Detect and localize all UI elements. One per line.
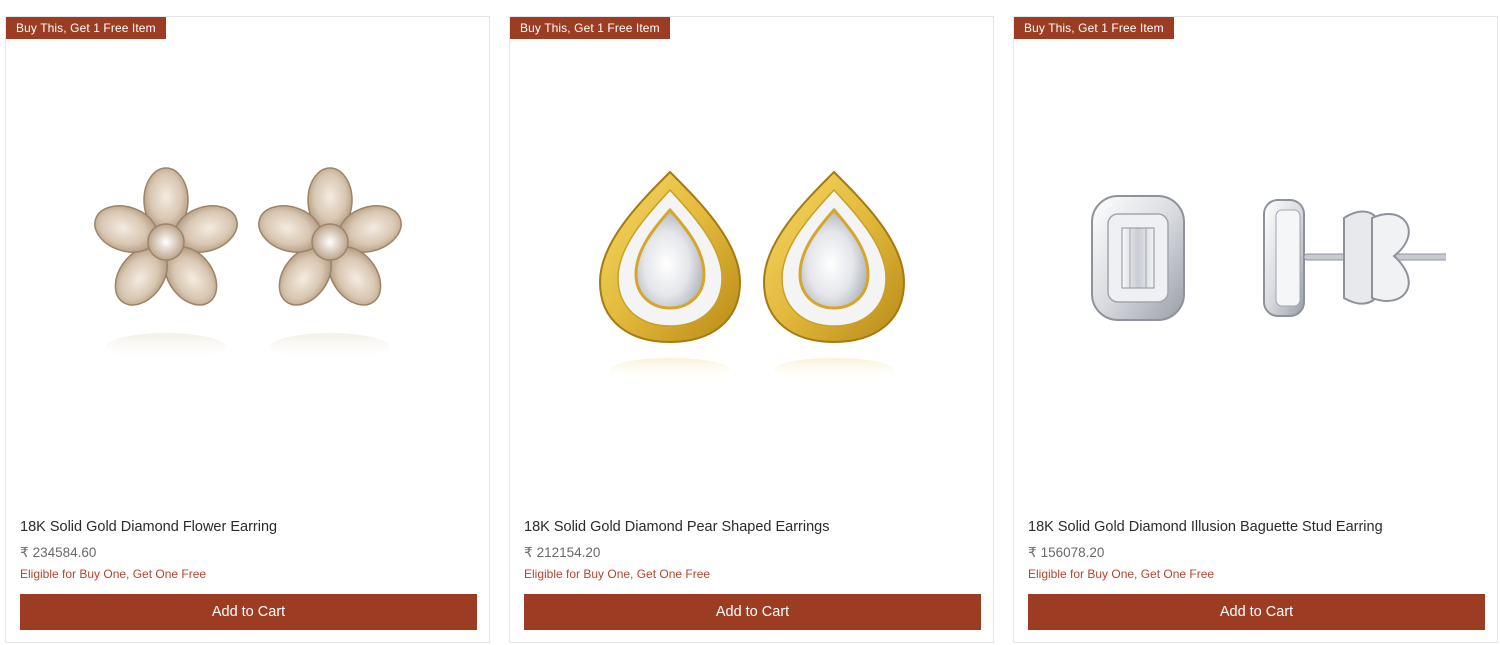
product-title[interactable]: 18K Solid Gold Diamond Flower Earring bbox=[20, 519, 277, 535]
currency-symbol: ₹ bbox=[20, 545, 29, 560]
product-price: ₹234584.60 bbox=[20, 545, 96, 561]
price-value: 234584.60 bbox=[32, 545, 97, 560]
product-image[interactable] bbox=[6, 57, 489, 467]
product-image[interactable] bbox=[510, 57, 993, 467]
bogo-eligibility-text: Eligible for Buy One, Get One Free bbox=[20, 567, 207, 581]
product-title[interactable]: 18K Solid Gold Diamond Pear Shaped Earri… bbox=[524, 519, 829, 535]
promo-badge: Buy This, Get 1 Free Item bbox=[510, 17, 670, 39]
currency-symbol: ₹ bbox=[1028, 545, 1037, 560]
product-image[interactable] bbox=[1014, 57, 1497, 467]
add-to-cart-button[interactable]: Add to Cart bbox=[1028, 594, 1485, 630]
add-to-cart-button[interactable]: Add to Cart bbox=[20, 594, 477, 630]
stud-earrings-illustration bbox=[1090, 195, 1446, 321]
bogo-eligibility-text: Eligible for Buy One, Get One Free bbox=[524, 567, 711, 581]
pear-earrings-illustration bbox=[598, 170, 905, 382]
product-card[interactable]: Buy This, Get 1 Free Item 18K Solid Gold… bbox=[509, 16, 994, 643]
promo-badge: Buy This, Get 1 Free Item bbox=[1014, 17, 1174, 39]
price-value: 212154.20 bbox=[536, 545, 601, 560]
promo-badge: Buy This, Get 1 Free Item bbox=[6, 17, 166, 39]
add-to-cart-button[interactable]: Add to Cart bbox=[524, 594, 981, 630]
product-title[interactable]: 18K Solid Gold Diamond Illusion Baguette… bbox=[1028, 519, 1383, 535]
product-card[interactable]: Buy This, Get 1 Free Item 18K Solid Gold… bbox=[1013, 16, 1498, 643]
product-price: ₹156078.20 bbox=[1028, 545, 1104, 561]
price-value: 156078.20 bbox=[1040, 545, 1105, 560]
product-grid: Buy This, Get 1 Free Item 18K Solid Gold… bbox=[0, 0, 1500, 645]
product-card[interactable]: Buy This, Get 1 Free Item 18K Solid Gold… bbox=[5, 16, 490, 643]
flower-earrings-illustration bbox=[93, 167, 402, 361]
product-price: ₹212154.20 bbox=[524, 545, 600, 561]
currency-symbol: ₹ bbox=[524, 545, 533, 560]
bogo-eligibility-text: Eligible for Buy One, Get One Free bbox=[1028, 567, 1215, 581]
